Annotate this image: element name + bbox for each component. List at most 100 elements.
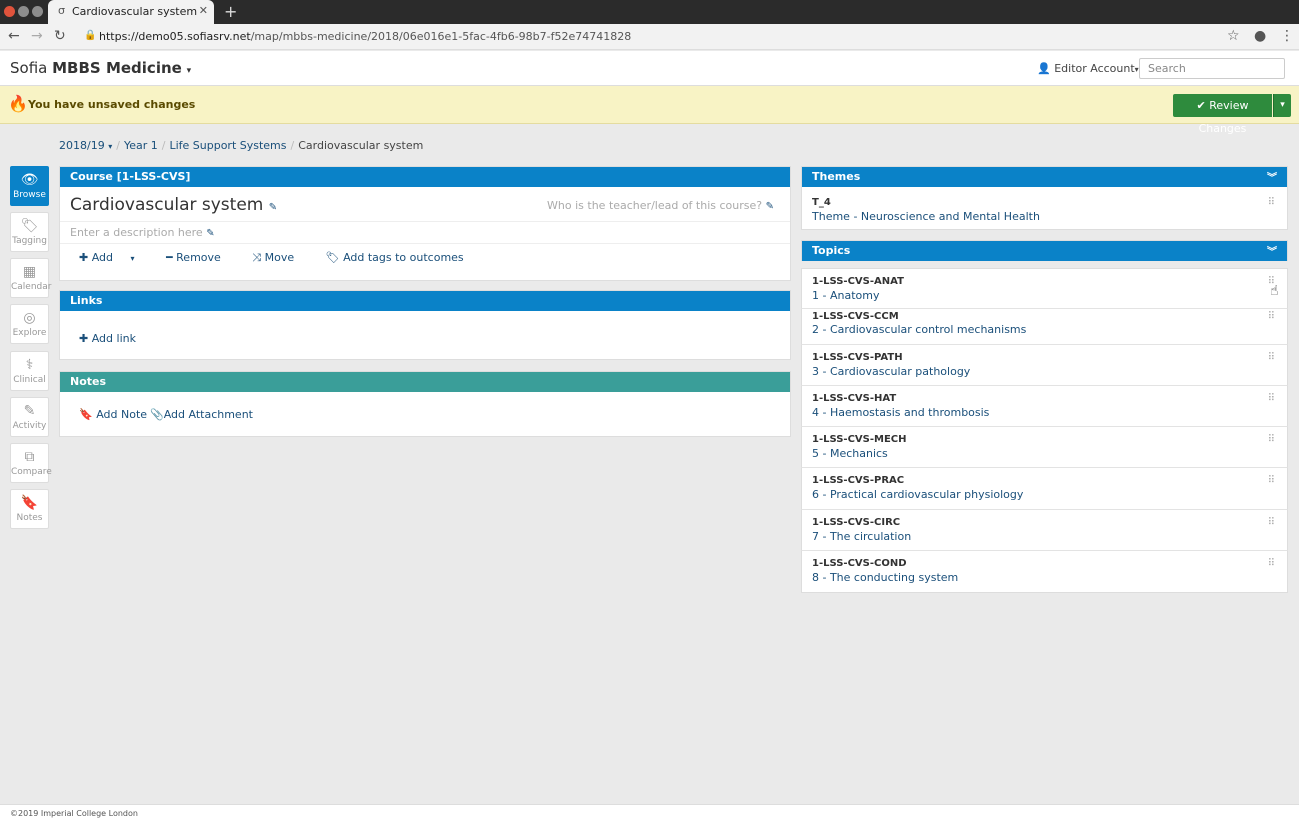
- breadcrumb-year[interactable]: 2018/19 ▾: [59, 139, 112, 152]
- user-icon: 👤: [1037, 62, 1051, 75]
- review-changes-dropdown-button[interactable]: ▾: [1273, 94, 1291, 117]
- review-changes-label: Review Changes: [1198, 99, 1249, 135]
- account-menu[interactable]: 👤 Editor Account▾: [1037, 62, 1139, 75]
- sidenav-calendar[interactable]: ▦ Calendar: [10, 258, 51, 298]
- browser-tab[interactable]: σ Cardiovascular system | C ✕: [48, 0, 214, 24]
- sidenav-compare[interactable]: ⧉ Compare: [10, 443, 52, 483]
- move-label: Move: [264, 251, 295, 264]
- url-path: /map/mbbs-medicine/2018/06e016e1-5fac-4f…: [250, 30, 632, 43]
- topic-name-link[interactable]: 6 - Practical cardiovascular physiology: [812, 488, 1023, 501]
- flame-icon: 🔥: [8, 94, 28, 113]
- topic-name-link[interactable]: 8 - The conducting system: [812, 571, 958, 584]
- compass-icon: ◎: [23, 310, 36, 326]
- forward-icon[interactable]: →: [31, 28, 43, 44]
- drag-handle-icon[interactable]: ⠿: [1268, 311, 1275, 322]
- remove-label: Remove: [176, 251, 221, 264]
- sidenav-label: Explore: [12, 328, 47, 338]
- doctor-icon: ⚕: [25, 357, 34, 373]
- add-link-button[interactable]: ✚ Add link: [79, 332, 136, 345]
- course-title[interactable]: Cardiovascular system ✎: [70, 195, 277, 215]
- add-attachment-button[interactable]: 📎Add Attachment: [150, 408, 253, 421]
- compare-icon: ⧉: [24, 449, 35, 465]
- window-close-button[interactable]: [4, 6, 15, 17]
- course-teacher-field[interactable]: Who is the teacher/lead of this course? …: [547, 199, 774, 212]
- profile-icon[interactable]: ●: [1254, 28, 1266, 44]
- move-button[interactable]: ⤨ Move: [252, 251, 308, 264]
- remove-button[interactable]: ━ Remove: [166, 251, 235, 264]
- new-tab-icon[interactable]: +: [224, 2, 237, 21]
- sidenav-label: Compare: [11, 467, 52, 477]
- bookmark-star-icon[interactable]: ☆: [1227, 28, 1240, 44]
- browser-tabbar: σ Cardiovascular system | C ✕ +: [0, 0, 1299, 24]
- drag-handle-icon[interactable]: ⠿: [1268, 197, 1275, 208]
- url-field[interactable]: https://demo05.sofiasrv.net/map/mbbs-med…: [99, 30, 631, 43]
- themes-panel-header[interactable]: Themes ︾: [802, 167, 1287, 187]
- topic-row[interactable]: 1-LSS-CVS-COND 8 - The conducting system…: [801, 551, 1288, 593]
- drag-handle-icon[interactable]: ⠿: [1268, 558, 1275, 569]
- course-panel-header: Course [1-LSS-CVS]: [60, 167, 790, 187]
- breadcrumb-module[interactable]: Life Support Systems: [169, 139, 286, 152]
- drag-handle-icon[interactable]: ⠿: [1268, 352, 1275, 363]
- account-label: Editor Account: [1054, 62, 1135, 75]
- topic-row[interactable]: 1-LSS-CVS-PRAC 6 - Practical cardiovascu…: [801, 468, 1288, 510]
- pencil-icon[interactable]: ✎: [206, 228, 214, 239]
- description-placeholder: Enter a description here: [70, 226, 203, 239]
- drag-handle-icon[interactable]: ⠿: [1268, 393, 1275, 404]
- window-maximize-button[interactable]: [32, 6, 43, 17]
- sidenav-tagging[interactable]: 🏷 Tagging: [10, 212, 49, 252]
- topics-header-label: Topics: [812, 244, 851, 257]
- topic-name-link[interactable]: 4 - Haemostasis and thrombosis: [812, 406, 989, 419]
- chevron-down-icon: ▾: [108, 142, 113, 151]
- pencil-icon[interactable]: ✎: [269, 202, 277, 213]
- topic-row[interactable]: 1-LSS-CVS-PATH 3 - Cardiovascular pathol…: [801, 345, 1288, 386]
- pencil-icon[interactable]: ✎: [766, 201, 774, 212]
- add-tags-button[interactable]: 🏷 Add tags to outcomes: [326, 251, 478, 264]
- lock-icon: 🔒: [84, 30, 97, 41]
- sidenav-browse[interactable]: 👁 Browse: [10, 166, 49, 206]
- tab-title: Cardiovascular system | C: [72, 5, 202, 18]
- sidenav-explore[interactable]: ◎ Explore: [10, 304, 49, 344]
- sidenav-label: Notes: [16, 513, 43, 523]
- topic-name-link[interactable]: 5 - Mechanics: [812, 447, 888, 460]
- back-icon[interactable]: ←: [8, 28, 20, 44]
- sidenav-notes[interactable]: 🔖 Notes: [10, 489, 49, 529]
- add-button[interactable]: ✚ Add ▾: [79, 251, 149, 264]
- breadcrumb-level[interactable]: Year 1: [124, 139, 158, 152]
- topic-row[interactable]: 1-LSS-CVS-HAT 4 - Haemostasis and thromb…: [801, 386, 1288, 427]
- topic-name-link[interactable]: 1 - Anatomy: [812, 289, 879, 302]
- chevron-double-down-icon[interactable]: ︾: [1267, 243, 1277, 258]
- drag-handle-icon[interactable]: ⠿: [1268, 475, 1275, 486]
- course-description-field[interactable]: Enter a description here ✎: [70, 226, 215, 239]
- add-note-button[interactable]: 🔖 Add Note: [79, 408, 147, 421]
- sidenav-clinical[interactable]: ⚕ Clinical: [10, 351, 49, 391]
- topic-name-link[interactable]: 3 - Cardiovascular pathology: [812, 365, 970, 378]
- topic-code: 1-LSS-CVS-MECH: [812, 434, 907, 445]
- sidenav-activity[interactable]: ✎ Activity: [10, 397, 49, 437]
- window-minimize-button[interactable]: [18, 6, 29, 17]
- topic-row[interactable]: 1-LSS-CVS-MECH 5 - Mechanics ⠿: [801, 427, 1288, 468]
- menu-kebab-icon[interactable]: ⋮: [1280, 28, 1294, 44]
- add-tags-label: Add tags to outcomes: [343, 251, 464, 264]
- topic-name-link[interactable]: 7 - The circulation: [812, 530, 911, 543]
- drag-handle-icon[interactable]: ⠿: [1268, 517, 1275, 528]
- topics-panel-header[interactable]: Topics ︾: [802, 241, 1287, 261]
- app-brand[interactable]: Sofia MBBS Medicine ▾: [10, 59, 191, 77]
- notes-panel: Notes 🔖 Add Note 📎Add Attachment: [59, 371, 791, 437]
- topic-code: 1-LSS-CVS-HAT: [812, 393, 897, 404]
- reload-icon[interactable]: ↻: [54, 28, 66, 44]
- brand-prefix: Sofia: [10, 59, 48, 77]
- drag-handle-icon[interactable]: ⠿: [1268, 434, 1275, 445]
- topic-row[interactable]: 1-LSS-CVS-ANAT 1 - Anatomy ⠿: [801, 268, 1288, 309]
- review-changes-button[interactable]: ✔ Review Changes: [1173, 94, 1272, 135]
- sidenav-label: Browse: [13, 190, 46, 200]
- links-panel-header: Links: [60, 291, 790, 311]
- hand-cursor-icon: ☝: [1270, 283, 1279, 299]
- app-header: Sofia MBBS Medicine ▾ 👤 Editor Account▾: [0, 51, 1299, 86]
- search-input[interactable]: [1139, 58, 1285, 79]
- theme-name-link[interactable]: Theme - Neuroscience and Mental Health: [812, 210, 1040, 223]
- topic-row[interactable]: 1-LSS-CVS-CCM 2 - Cardiovascular control…: [801, 309, 1288, 345]
- chevron-double-down-icon[interactable]: ︾: [1267, 169, 1277, 184]
- topic-name-link[interactable]: 2 - Cardiovascular control mechanisms: [812, 323, 1026, 336]
- tab-close-icon[interactable]: ✕: [199, 4, 208, 17]
- topic-row[interactable]: 1-LSS-CVS-CIRC 7 - The circulation ⠿: [801, 510, 1288, 551]
